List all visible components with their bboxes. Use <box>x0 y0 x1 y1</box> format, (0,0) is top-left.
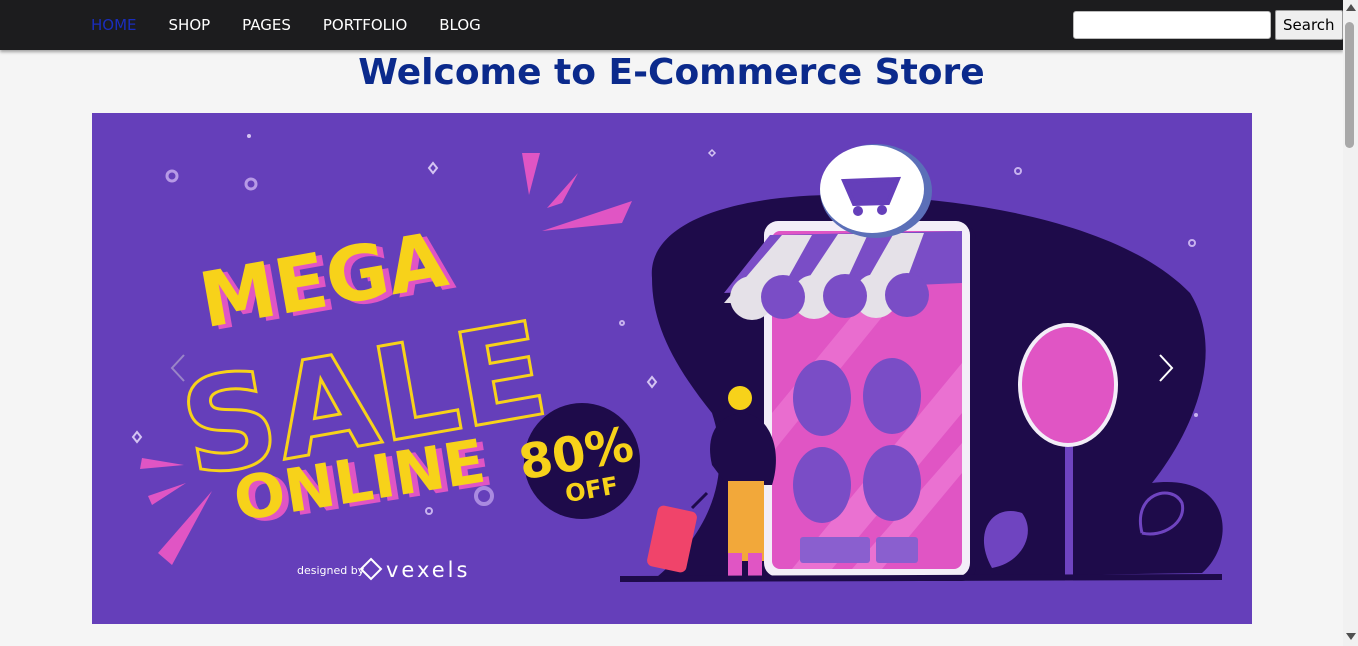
nav-item-portfolio[interactable]: PORTFOLIO <box>323 16 407 34</box>
top-navbar: HOME SHOP PAGES PORTFOLIO BLOG Search <box>0 0 1343 50</box>
search-input[interactable] <box>1073 11 1271 39</box>
page-scrollbar[interactable] <box>1343 0 1358 646</box>
scroll-down-arrow-icon[interactable] <box>1346 633 1356 640</box>
nav-item-pages[interactable]: PAGES <box>242 16 291 34</box>
credit-prefix: designed by <box>297 564 365 577</box>
credit-brand: vexels <box>386 558 470 582</box>
scroll-thumb[interactable] <box>1345 22 1354 148</box>
carousel-prev-button[interactable] <box>152 333 212 403</box>
nav-item-shop[interactable]: SHOP <box>169 16 211 34</box>
nav-item-home[interactable]: HOME <box>91 16 137 34</box>
scroll-up-arrow-icon[interactable] <box>1346 4 1356 11</box>
hero-carousel: MEGA MEGA SALE ONLINE ONLINE 80% OFF des… <box>92 113 1252 624</box>
nav-links: HOME SHOP PAGES PORTFOLIO BLOG <box>91 0 513 50</box>
search-button[interactable]: Search <box>1275 10 1343 40</box>
chevron-right-icon <box>1159 354 1174 382</box>
page-title: Welcome to E-Commerce Store <box>358 52 985 93</box>
nav-item-blog[interactable]: BLOG <box>439 16 481 34</box>
chevron-left-icon <box>170 354 185 382</box>
hero-banner-image: MEGA MEGA SALE ONLINE ONLINE 80% OFF des… <box>92 113 1252 624</box>
search-form: Search <box>1073 10 1343 40</box>
carousel-next-button[interactable] <box>1132 333 1192 403</box>
